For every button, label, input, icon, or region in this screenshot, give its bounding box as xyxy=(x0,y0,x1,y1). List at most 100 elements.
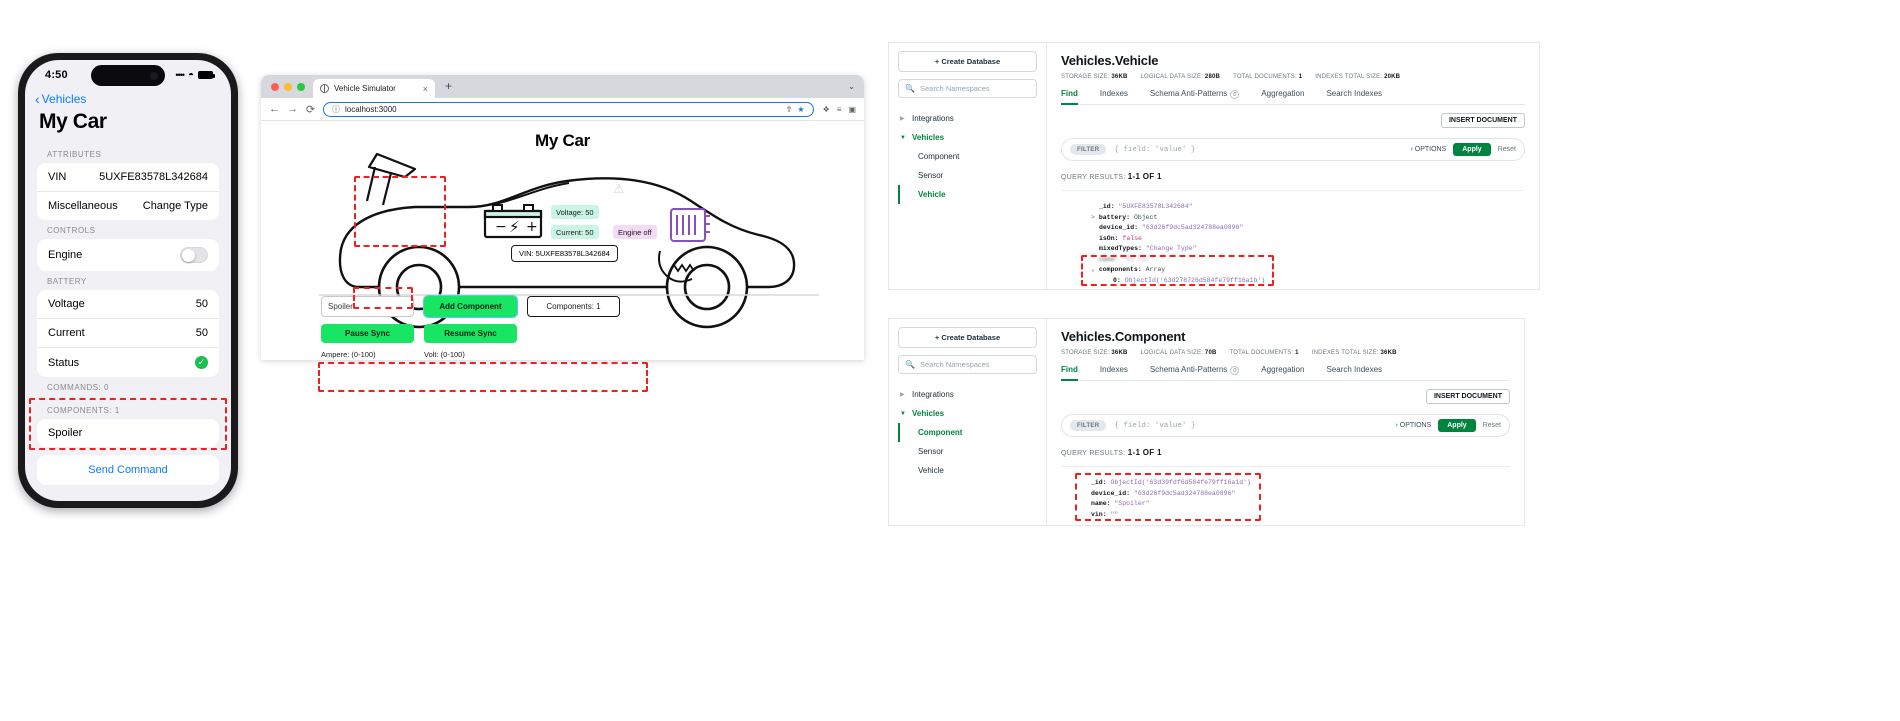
mongo-sidebar: + Create Database 🔍 Search Namespaces ▶ … xyxy=(889,319,1047,525)
simulator-controls: Add Component Components: 1 Pause Sync R… xyxy=(321,295,651,360)
sidepanel-icon[interactable]: ▣ xyxy=(848,105,856,114)
list-item[interactable]: Voltage 50 xyxy=(37,290,219,318)
window-controls[interactable] xyxy=(269,75,313,98)
row-value: 5UXFE83578L342684 xyxy=(99,171,208,183)
new-tab-button[interactable]: + xyxy=(435,79,460,95)
browser-toolbar: ← → ⟳ ⓘ localhost:3000 ⇮ ★ ❖ ≡ ▣ xyxy=(261,98,864,121)
reload-button[interactable]: ⟳ xyxy=(305,103,316,116)
resume-sync-button[interactable]: Resume Sync xyxy=(424,324,517,343)
list-item[interactable]: Engine xyxy=(37,239,219,271)
back-to-vehicles-button[interactable]: ‹ Vehicles xyxy=(25,90,231,106)
create-database-button[interactable]: + Create Database xyxy=(898,51,1037,72)
filter-bar[interactable]: FILTER { field: 'value' } › OPTIONS Appl… xyxy=(1061,414,1510,437)
query-results-value: 1-1 OF 1 xyxy=(1127,172,1162,181)
filter-bar[interactable]: FILTER { field: 'value' } › OPTIONS Appl… xyxy=(1061,138,1525,161)
document-view-component: _id: ObjectId('63d39fdf6d584fe79ff16a1d'… xyxy=(1061,466,1510,531)
ampere-label: Ampere: (0-100) xyxy=(321,350,376,359)
search-namespaces-input[interactable]: 🔍 Search Namespaces xyxy=(898,355,1037,374)
info-icon[interactable]: ⓘ xyxy=(332,104,340,115)
battery-card: Voltage 50 Current 50 Status ✓ xyxy=(37,290,219,377)
namespace-tree: ▶ Integrations ▼ Vehicles Component Sens… xyxy=(898,385,1037,480)
engine-coil-icon xyxy=(670,208,710,242)
doc-line: _id: ObjectId('63d39fdf6d584fe79ff16a1d'… xyxy=(1091,479,1251,486)
extensions-icon[interactable]: ❖ xyxy=(823,105,830,114)
apply-button[interactable]: Apply xyxy=(1453,143,1491,156)
minimize-window-button[interactable] xyxy=(284,82,292,91)
chevron-down-icon[interactable]: ⌄ xyxy=(848,82,855,91)
collection-tabs: Find Indexes Schema Anti-Patterns 0 Aggre… xyxy=(1061,365,1510,381)
list-item[interactable]: Status ✓ xyxy=(37,347,219,377)
tab-indexes[interactable]: Indexes xyxy=(1100,365,1128,375)
insert-document-button[interactable]: INSERT DOCUMENT xyxy=(1440,113,1525,128)
components-section-header: COMPONENTS: 1 xyxy=(47,406,120,415)
options-toggle[interactable]: › OPTIONS xyxy=(1410,146,1446,153)
controls-card: Engine xyxy=(37,239,219,271)
search-placeholder: Search Namespaces xyxy=(919,84,990,93)
row-value: Change Type xyxy=(142,200,208,212)
search-namespaces-input[interactable]: 🔍 Search Namespaces xyxy=(898,79,1037,98)
tab-schema-anti-patterns[interactable]: Schema Anti-Patterns 0 xyxy=(1150,89,1240,99)
share-icon[interactable]: ⇮ xyxy=(786,105,793,114)
send-command-button[interactable]: Send Command xyxy=(37,455,219,485)
back-button[interactable]: ← xyxy=(269,103,280,115)
tree-leaf-component[interactable]: Component xyxy=(898,423,1037,442)
list-item[interactable]: Spoiler xyxy=(37,419,219,447)
create-database-button[interactable]: + Create Database xyxy=(898,327,1037,348)
commands-section-header: COMMANDS: 0 xyxy=(47,383,109,392)
engine-toggle[interactable] xyxy=(180,247,208,263)
status-indicators: •••• ◓ xyxy=(175,70,215,81)
vin-box: VIN: 5UXFE83578L342684 xyxy=(511,245,618,262)
collection-title: Vehicles.Vehicle xyxy=(1061,53,1159,68)
apply-button[interactable]: Apply xyxy=(1438,419,1476,432)
tab-schema-anti-patterns[interactable]: Schema Anti-Patterns 0 xyxy=(1150,365,1240,375)
tab-search-indexes[interactable]: Search Indexes xyxy=(1326,365,1382,375)
filter-query-input[interactable]: { field: 'value' } xyxy=(1114,146,1195,154)
reset-button[interactable]: Reset xyxy=(1483,422,1501,429)
row-label: VIN xyxy=(48,171,67,183)
star-icon[interactable]: ★ xyxy=(797,105,804,114)
chevron-down-icon: ▼ xyxy=(900,134,906,141)
pause-sync-button[interactable]: Pause Sync xyxy=(321,324,414,343)
doc-line: _id: "5UXFE83578L342684" xyxy=(1099,203,1193,210)
doc-line: mixedTypes: "Change Type" xyxy=(1099,245,1197,253)
phone-screen: 4:50 •••• ◓ ‹ Vehicles My Car ATTRIBUTES… xyxy=(25,60,231,501)
filter-query-input[interactable]: { field: 'value' } xyxy=(1114,422,1195,430)
close-tab-icon[interactable]: × xyxy=(423,84,428,94)
car-heading: My Car xyxy=(535,131,590,150)
tree-leaf-vehicle[interactable]: Vehicle xyxy=(898,185,1037,204)
tab-indexes[interactable]: Indexes xyxy=(1100,89,1128,99)
tree-node-integrations[interactable]: ▶ Integrations xyxy=(898,385,1037,404)
tree-node-vehicles-db[interactable]: ▼ Vehicles xyxy=(898,128,1037,147)
list-item[interactable]: VIN 5UXFE83578L342684 xyxy=(37,163,219,191)
tab-find[interactable]: Find xyxy=(1061,365,1078,381)
options-toggle[interactable]: › OPTIONS xyxy=(1395,422,1431,429)
add-component-button[interactable]: Add Component xyxy=(423,295,518,318)
components-card: Spoiler xyxy=(37,419,219,447)
voltage-badge: Voltage: 50 xyxy=(551,205,599,219)
tab-aggregation[interactable]: Aggregation xyxy=(1261,89,1304,99)
filter-actions: › OPTIONS Apply Reset xyxy=(1410,143,1516,156)
reading-list-icon[interactable]: ≡ xyxy=(837,105,842,114)
tree-node-vehicles-db[interactable]: ▼ Vehicles xyxy=(898,404,1037,423)
components-count-badge: Components: 1 xyxy=(527,296,620,317)
tree-leaf-sensor[interactable]: Sensor xyxy=(898,442,1037,461)
tree-node-integrations[interactable]: ▶ Integrations xyxy=(898,109,1037,128)
query-results-value: 1-1 OF 1 xyxy=(1127,448,1162,457)
forward-button[interactable]: → xyxy=(287,103,298,115)
tree-leaf-component[interactable]: Component xyxy=(898,147,1037,166)
tree-leaf-vehicle[interactable]: Vehicle xyxy=(898,461,1037,480)
insert-document-button[interactable]: INSERT DOCUMENT xyxy=(1425,389,1510,404)
browser-window: Vehicle Simulator × + ⌄ ← → ⟳ ⓘ localhos… xyxy=(261,75,864,360)
component-name-input[interactable] xyxy=(321,296,414,317)
tab-search-indexes[interactable]: Search Indexes xyxy=(1326,89,1382,99)
close-window-button[interactable] xyxy=(271,82,279,91)
reset-button[interactable]: Reset xyxy=(1498,146,1516,153)
tab-aggregation[interactable]: Aggregation xyxy=(1261,365,1304,375)
tree-leaf-sensor[interactable]: Sensor xyxy=(898,166,1037,185)
maximize-window-button[interactable] xyxy=(297,82,305,91)
browser-tab[interactable]: Vehicle Simulator × xyxy=(313,79,435,98)
address-bar[interactable]: ⓘ localhost:3000 ⇮ ★ xyxy=(323,101,814,117)
list-item[interactable]: Miscellaneous Change Type xyxy=(37,191,219,220)
tab-find[interactable]: Find xyxy=(1061,89,1078,105)
list-item[interactable]: Current 50 xyxy=(37,318,219,347)
